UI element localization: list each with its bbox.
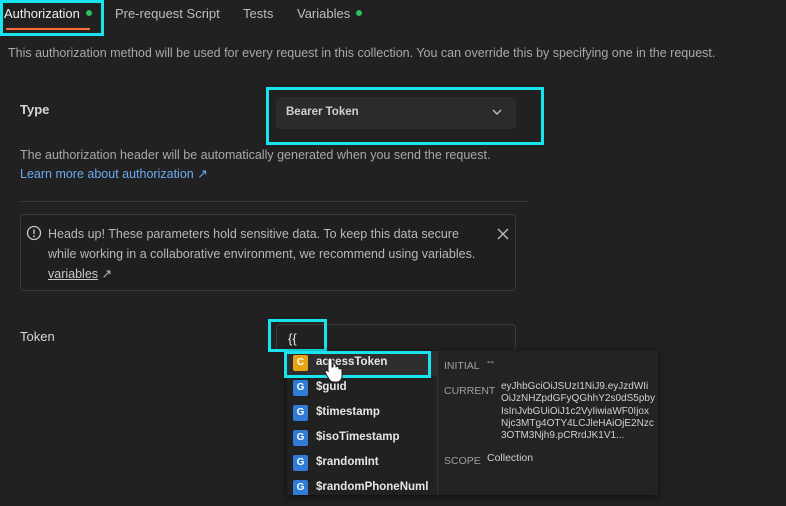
hand-pointer-icon — [324, 357, 343, 383]
alert-text: Heads up! These parameters hold sensitiv… — [48, 227, 476, 261]
tab-tests[interactable]: Tests — [243, 6, 273, 21]
highlight-box-suggestion — [284, 351, 431, 378]
suggestion-item-randomphonenumber[interactable]: G $randomPhoneNuml — [287, 476, 437, 495]
suggestion-item-timestamp[interactable]: G $timestamp — [287, 401, 437, 426]
current-value: eyJhbGciOiJSUzI1NiJ9.eyJzdWIiOiJzNHZpdGF… — [501, 381, 655, 442]
initial-value: -- — [487, 356, 494, 368]
suggestion-label: $randomInt — [316, 456, 379, 468]
tab-pre-request-script[interactable]: Pre-request Script — [115, 6, 220, 21]
tab-variables[interactable]: Variables — [297, 6, 363, 21]
suggestion-label: $timestamp — [316, 406, 380, 418]
alert-message: Heads up! These parameters hold sensitiv… — [48, 224, 488, 284]
auth-panel: Authorization Pre-request Script Tests V… — [0, 0, 786, 506]
learn-more-link[interactable]: Learn more about authorization ↗ — [20, 166, 208, 181]
global-badge-icon: G — [293, 480, 308, 495]
divider — [20, 201, 528, 202]
global-badge-icon: G — [293, 405, 308, 421]
scope-label: SCOPE — [444, 455, 481, 467]
sensitive-data-alert: Heads up! These parameters hold sensitiv… — [20, 214, 516, 291]
highlight-box-token — [268, 319, 327, 352]
global-badge-icon: G — [293, 455, 308, 471]
tab-label: Pre-request Script — [115, 6, 220, 21]
highlight-box-type — [266, 87, 544, 145]
variables-link[interactable]: variables — [48, 267, 98, 281]
global-badge-icon: G — [293, 380, 308, 396]
suggestion-label: $isoTimestamp — [316, 431, 400, 443]
status-dot-icon — [356, 10, 363, 16]
type-label: Type — [20, 102, 50, 117]
initial-label: INITIAL — [444, 360, 480, 372]
tab-label: Variables — [297, 6, 351, 21]
external-link-icon: ↗ — [101, 267, 112, 281]
auth-header-info: The authorization header will be automat… — [20, 148, 491, 162]
scope-value: Collection — [487, 452, 534, 464]
current-label: CURRENT — [444, 385, 496, 397]
tab-bar: Authorization Pre-request Script Tests V… — [0, 0, 786, 36]
close-icon[interactable] — [497, 228, 509, 240]
global-badge-icon: G — [293, 430, 308, 446]
suggestion-item-randomint[interactable]: G $randomInt — [287, 451, 437, 476]
variable-detail-panel: INITIAL -- CURRENT eyJhbGciOiJSUzI1NiJ9.… — [437, 351, 658, 495]
alert-info-icon — [26, 225, 42, 241]
tab-label: Tests — [243, 6, 274, 21]
highlight-box-tab — [0, 0, 104, 36]
suggestion-item-guid[interactable]: G $guid — [287, 376, 437, 401]
token-label: Token — [20, 329, 55, 344]
auth-description: This authorization method will be used f… — [8, 46, 716, 60]
suggestion-label: $randomPhoneNuml — [316, 481, 429, 493]
suggestion-item-isotimestamp[interactable]: G $isoTimestamp — [287, 426, 437, 451]
